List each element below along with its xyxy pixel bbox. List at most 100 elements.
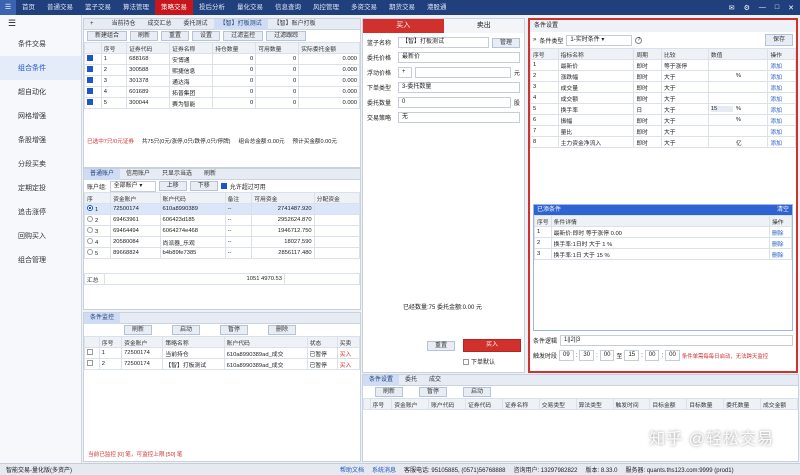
account-column-header[interactable]: 序: [83, 192, 112, 204]
order-list-button[interactable]: 暂停: [419, 387, 448, 397]
collapse-icon[interactable]: »: [533, 37, 536, 43]
row-radio[interactable]: [87, 238, 93, 244]
sidebar-item[interactable]: 组合管理: [0, 248, 81, 272]
sidebar-item[interactable]: 条件交易: [0, 32, 81, 56]
table-row[interactable]: 1 688168 安博通 0 0 0.000: [84, 53, 360, 65]
next-day-checkbox[interactable]: [463, 358, 469, 365]
nav-item[interactable]: 港股通: [421, 0, 453, 15]
bell-icon[interactable]: ✉: [729, 4, 735, 12]
status-item[interactable]: 帮助文档: [340, 465, 364, 474]
row-radio-cell[interactable]: 1: [83, 203, 112, 215]
monitor-button[interactable]: 暂停: [220, 325, 249, 335]
table-row[interactable]: 4 成交额 即时 大于 添加: [530, 92, 796, 104]
period-select[interactable]: 即时: [633, 136, 662, 148]
sidebar-item[interactable]: 组合条件: [0, 56, 81, 80]
add-condition-button[interactable]: 添加: [767, 70, 796, 82]
order-list-column-header[interactable]: 算法类型: [575, 398, 614, 410]
table-row[interactable]: 7 量比 即时 大于 添加: [530, 125, 796, 137]
table-row[interactable]: 4 601689 拓普集团 0 0 0.000: [84, 86, 360, 98]
strategy-column-header[interactable]: 证券代码: [126, 42, 171, 54]
table-row[interactable]: 3 301378 通达海 0 0 0.000: [84, 75, 360, 87]
start-minute-input[interactable]: 30: [579, 350, 595, 361]
monitor-button[interactable]: 启动: [172, 325, 201, 335]
nav-item[interactable]: 首页: [16, 0, 41, 15]
monitor-column-header[interactable]: 资金账户: [121, 336, 164, 348]
strategy-column-header[interactable]: 持仓数量: [212, 42, 257, 54]
value-cell[interactable]: 亿: [707, 136, 769, 148]
price-select[interactable]: 最新价: [398, 52, 520, 63]
table-row[interactable]: 2 69463961 606423d185 -- 2952624.870: [83, 214, 361, 226]
add-condition-button[interactable]: 添加: [767, 114, 796, 126]
row-checkbox-cell[interactable]: [84, 347, 100, 359]
compare-select[interactable]: 等于涨停: [660, 59, 709, 71]
account-column-header[interactable]: 资金账户: [110, 192, 161, 204]
order-list-column-header[interactable]: 交易类型: [538, 398, 577, 410]
order-type-select[interactable]: 3-委托数量: [398, 82, 520, 93]
value-cell[interactable]: %: [707, 114, 769, 126]
monitor-column-header[interactable]: 策略名称: [162, 336, 225, 348]
sidebar-item[interactable]: 条股增强: [0, 128, 81, 152]
compare-select[interactable]: 大于: [660, 136, 709, 148]
nav-item[interactable]: 风控管理: [307, 0, 345, 15]
strategy-tab[interactable]: 【智】打板测试: [213, 18, 268, 30]
order-list-button[interactable]: 启动: [463, 387, 492, 397]
nav-item[interactable]: 策略交易: [155, 0, 193, 15]
compare-select[interactable]: 大于: [660, 114, 709, 126]
nav-item[interactable]: 多资交易: [345, 0, 383, 15]
monitor-column-header[interactable]: 买卖: [336, 336, 361, 348]
period-select[interactable]: 即时: [633, 70, 662, 82]
order-list-column-header[interactable]: 目标数量: [686, 398, 725, 410]
row-checkbox[interactable]: [87, 77, 93, 83]
nav-item[interactable]: 信息查询: [269, 0, 307, 15]
account-column-header[interactable]: 账户代码: [159, 192, 226, 204]
strategy-column-header[interactable]: 证券名称: [169, 42, 214, 54]
account-tab[interactable]: 普通账户: [84, 168, 121, 180]
order-list-column-header[interactable]: 证券名称: [501, 398, 540, 410]
move-up-button[interactable]: 上移: [158, 181, 187, 191]
strategy-toolbar-button[interactable]: 重置: [161, 31, 190, 41]
buy-submit-button[interactable]: 买入: [463, 339, 521, 352]
tab-condition-monitor[interactable]: 条件监控: [84, 312, 121, 324]
account-tab[interactable]: 只显示当选: [156, 169, 198, 180]
table-row[interactable]: 3 成交量 即时 大于 添加: [530, 81, 796, 93]
table-row[interactable]: 8 主力资金净流入 即时 大于 亿 添加: [530, 136, 796, 148]
table-row[interactable]: 1 最新价 即时 等于涨停 添加: [530, 59, 796, 71]
account-tab[interactable]: 信用账户: [120, 169, 156, 180]
row-checkbox[interactable]: [87, 349, 93, 355]
minimize-icon[interactable]: —: [759, 4, 766, 12]
compare-select[interactable]: 大于: [660, 103, 709, 115]
value-cell[interactable]: %: [707, 70, 769, 82]
help-icon[interactable]: ?: [635, 36, 643, 44]
strategy-column-header[interactable]: 序号: [100, 42, 128, 54]
add-condition-button[interactable]: 添加: [767, 125, 796, 137]
logic-input[interactable]: 1||2||3: [560, 335, 793, 346]
monitor-column-header[interactable]: 序号: [98, 336, 123, 348]
order-list-column-header[interactable]: 成交金额: [760, 398, 798, 410]
order-list-column-header[interactable]: 证券代码: [465, 398, 503, 410]
row-radio[interactable]: [87, 216, 93, 222]
nav-item[interactable]: 篮子交易: [79, 0, 117, 15]
compare-select[interactable]: 大于: [660, 125, 709, 137]
row-checkbox[interactable]: [87, 55, 93, 61]
add-condition-button[interactable]: 添加: [767, 81, 796, 93]
row-checkbox[interactable]: [87, 66, 93, 72]
row-radio-cell[interactable]: 5: [83, 247, 112, 259]
delete-condition-button[interactable]: 删除: [769, 248, 792, 260]
table-row[interactable]: 2 300588 熙捷信息 0 0 0.000: [84, 64, 360, 76]
table-row[interactable]: 5 89668824 b4b89fe7385 -- 2856117.480: [83, 247, 361, 259]
row-radio[interactable]: [87, 205, 93, 211]
sidebar-item[interactable]: 回购买入: [0, 224, 81, 248]
delete-condition-button[interactable]: 删除: [769, 226, 792, 238]
strategy-toolbar-button[interactable]: 新建组合: [87, 31, 128, 41]
start-hour-input[interactable]: 09: [559, 350, 574, 361]
order-list-column-header[interactable]: 资金账户: [391, 398, 430, 410]
over-limit-checkbox[interactable]: [220, 183, 227, 189]
strategy-toolbar-button[interactable]: 刷新: [130, 31, 159, 41]
nav-item[interactable]: 量化交易: [231, 0, 269, 15]
sidebar-item[interactable]: 追击涨停: [0, 200, 81, 224]
end-minute-input[interactable]: 00: [644, 350, 660, 361]
maximize-icon[interactable]: □: [775, 4, 779, 12]
order-list-column-header[interactable]: 账户代码: [428, 398, 466, 410]
table-row[interactable]: 6 振幅 即时 大于% 添加: [530, 114, 796, 126]
row-checkbox-cell[interactable]: [84, 86, 102, 98]
